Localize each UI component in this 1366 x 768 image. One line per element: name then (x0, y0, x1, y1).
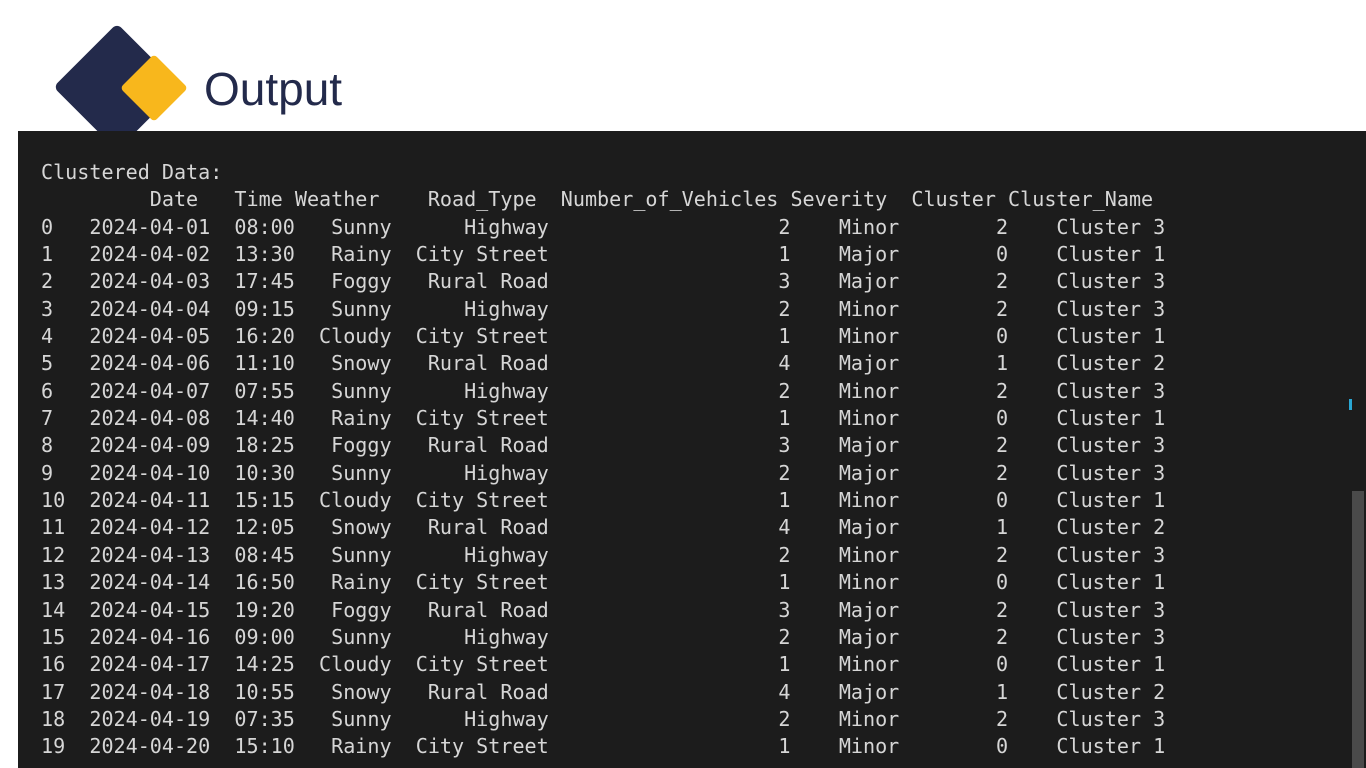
table-row: 13 2024-04-14 16:50 Rainy City Street 1 … (41, 570, 1166, 595)
table-row: 14 2024-04-15 19:20 Foggy Rural Road 3 M… (41, 597, 1166, 622)
slide: Output Clustered Data: Date Time Weather… (0, 0, 1366, 768)
terminal-text: Clustered Data: Date Time Weather Road_T… (41, 159, 1165, 761)
terminal-output-panel[interactable]: Clustered Data: Date Time Weather Road_T… (18, 131, 1366, 768)
table-row: 19 2024-04-20 15:10 Rainy City Street 1 … (41, 734, 1166, 759)
table-row: 6 2024-04-07 07:55 Sunny Highway 2 Minor… (41, 378, 1166, 403)
table-row: 8 2024-04-09 18:25 Foggy Rural Road 3 Ma… (41, 433, 1166, 458)
scrollbar-track[interactable] (1350, 131, 1366, 768)
table-row: 11 2024-04-12 12:05 Snowy Rural Road 4 M… (41, 515, 1166, 540)
table-row: 4 2024-04-05 16:20 Cloudy City Street 1 … (41, 324, 1166, 349)
table-row: 5 2024-04-06 11:10 Snowy Rural Road 4 Ma… (41, 351, 1166, 376)
scroll-position-marker (1349, 399, 1352, 410)
slide-title: Output (204, 63, 343, 115)
table-row: 7 2024-04-08 14:40 Rainy City Street 1 M… (41, 406, 1166, 431)
table-row: 0 2024-04-01 08:00 Sunny Highway 2 Minor… (41, 214, 1166, 239)
table-row: 12 2024-04-13 08:45 Sunny Highway 2 Mino… (41, 542, 1166, 567)
table-row: 17 2024-04-18 10:55 Snowy Rural Road 4 M… (41, 679, 1166, 704)
table-row: 15 2024-04-16 09:00 Sunny Highway 2 Majo… (41, 624, 1166, 649)
table-row: 16 2024-04-17 14:25 Cloudy City Street 1… (41, 652, 1166, 677)
table-row: 10 2024-04-11 15:15 Cloudy City Street 1… (41, 488, 1166, 513)
table-row: 1 2024-04-02 13:30 Rainy City Street 1 M… (41, 242, 1166, 267)
scrollbar-thumb[interactable] (1352, 491, 1364, 768)
table-header-row: Date Time Weather Road_Type Number_of_Ve… (41, 187, 1154, 212)
table-row: 9 2024-04-10 10:30 Sunny Highway 2 Major… (41, 460, 1166, 485)
table-row: 18 2024-04-19 07:35 Sunny Highway 2 Mino… (41, 706, 1166, 731)
table-row: 2 2024-04-03 17:45 Foggy Rural Road 3 Ma… (41, 269, 1166, 294)
terminal-heading-line: Clustered Data: (41, 160, 223, 184)
table-row: 3 2024-04-04 09:15 Sunny Highway 2 Minor… (41, 296, 1166, 321)
